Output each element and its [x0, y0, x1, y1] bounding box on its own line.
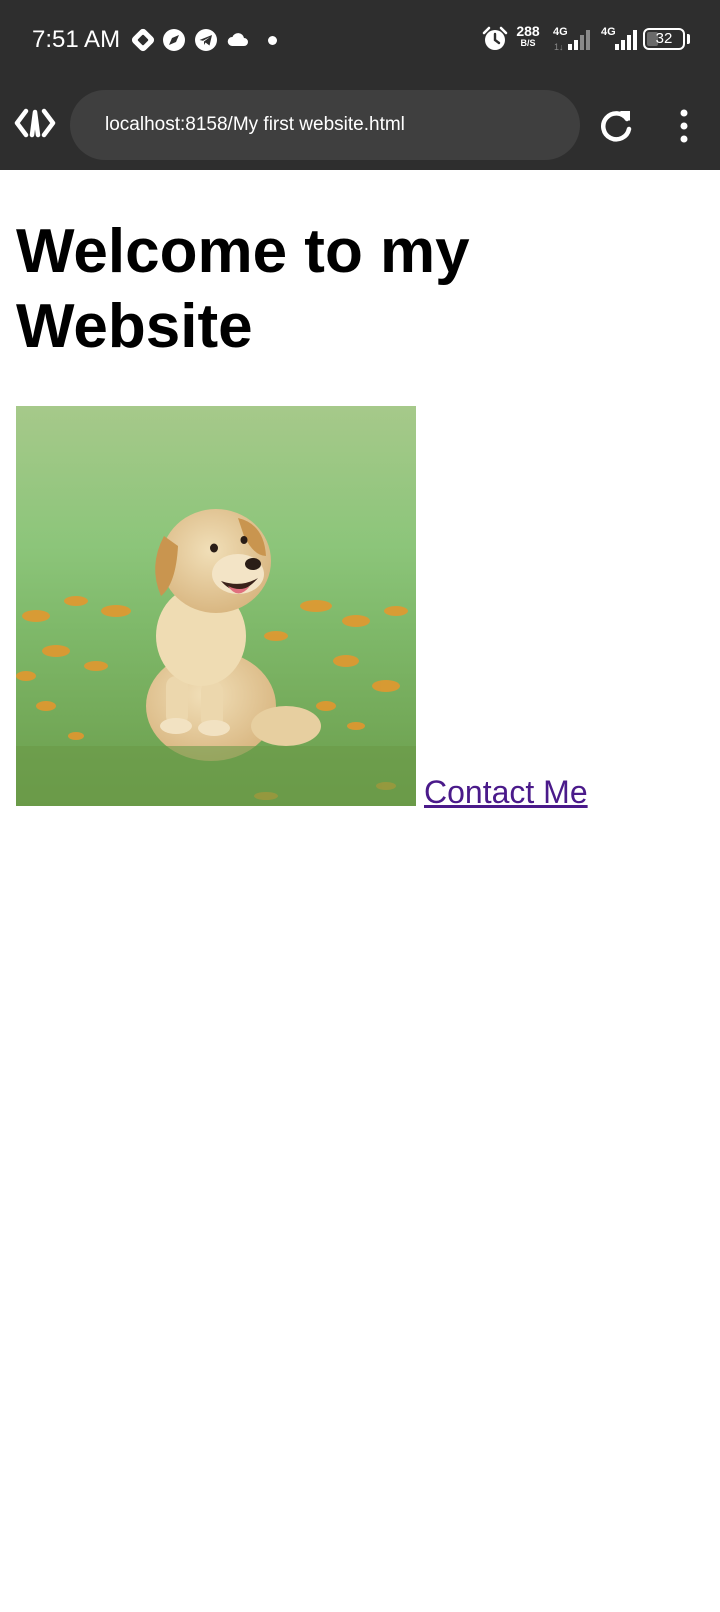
- battery-tip: [687, 34, 690, 44]
- svg-text:1↓: 1↓: [554, 42, 564, 52]
- telegram-icon: [195, 29, 217, 51]
- puppy-image: [16, 406, 416, 806]
- more-vertical-icon[interactable]: [672, 108, 696, 144]
- network-speed: 288 B/S: [512, 24, 544, 49]
- url-field[interactable]: localhost:8158/My first website.html: [70, 90, 580, 160]
- network-speed-unit: B/S: [520, 38, 536, 48]
- reload-icon[interactable]: [596, 105, 636, 145]
- status-time: 7:51 AM: [32, 26, 121, 53]
- notification-dot-icon: [268, 36, 277, 45]
- status-bar: 7:51 AM 288 B/S 4G 1↓ 4G 32: [0, 0, 720, 80]
- network-speed-value: 288: [516, 23, 540, 39]
- code-brackets-icon[interactable]: [14, 108, 56, 138]
- signal-icon: [615, 30, 637, 50]
- contact-me-link[interactable]: Contact Me: [424, 774, 588, 810]
- battery-level: 32: [655, 30, 673, 47]
- compass-icon: [163, 29, 185, 51]
- battery-icon: 32: [643, 28, 685, 50]
- page-title: Welcome to my Website: [16, 217, 470, 361]
- alarm-icon: [482, 26, 508, 50]
- autosync-icon: [131, 28, 155, 52]
- signal-icon: 1↓: [554, 30, 590, 52]
- cloud-icon: [227, 33, 248, 46]
